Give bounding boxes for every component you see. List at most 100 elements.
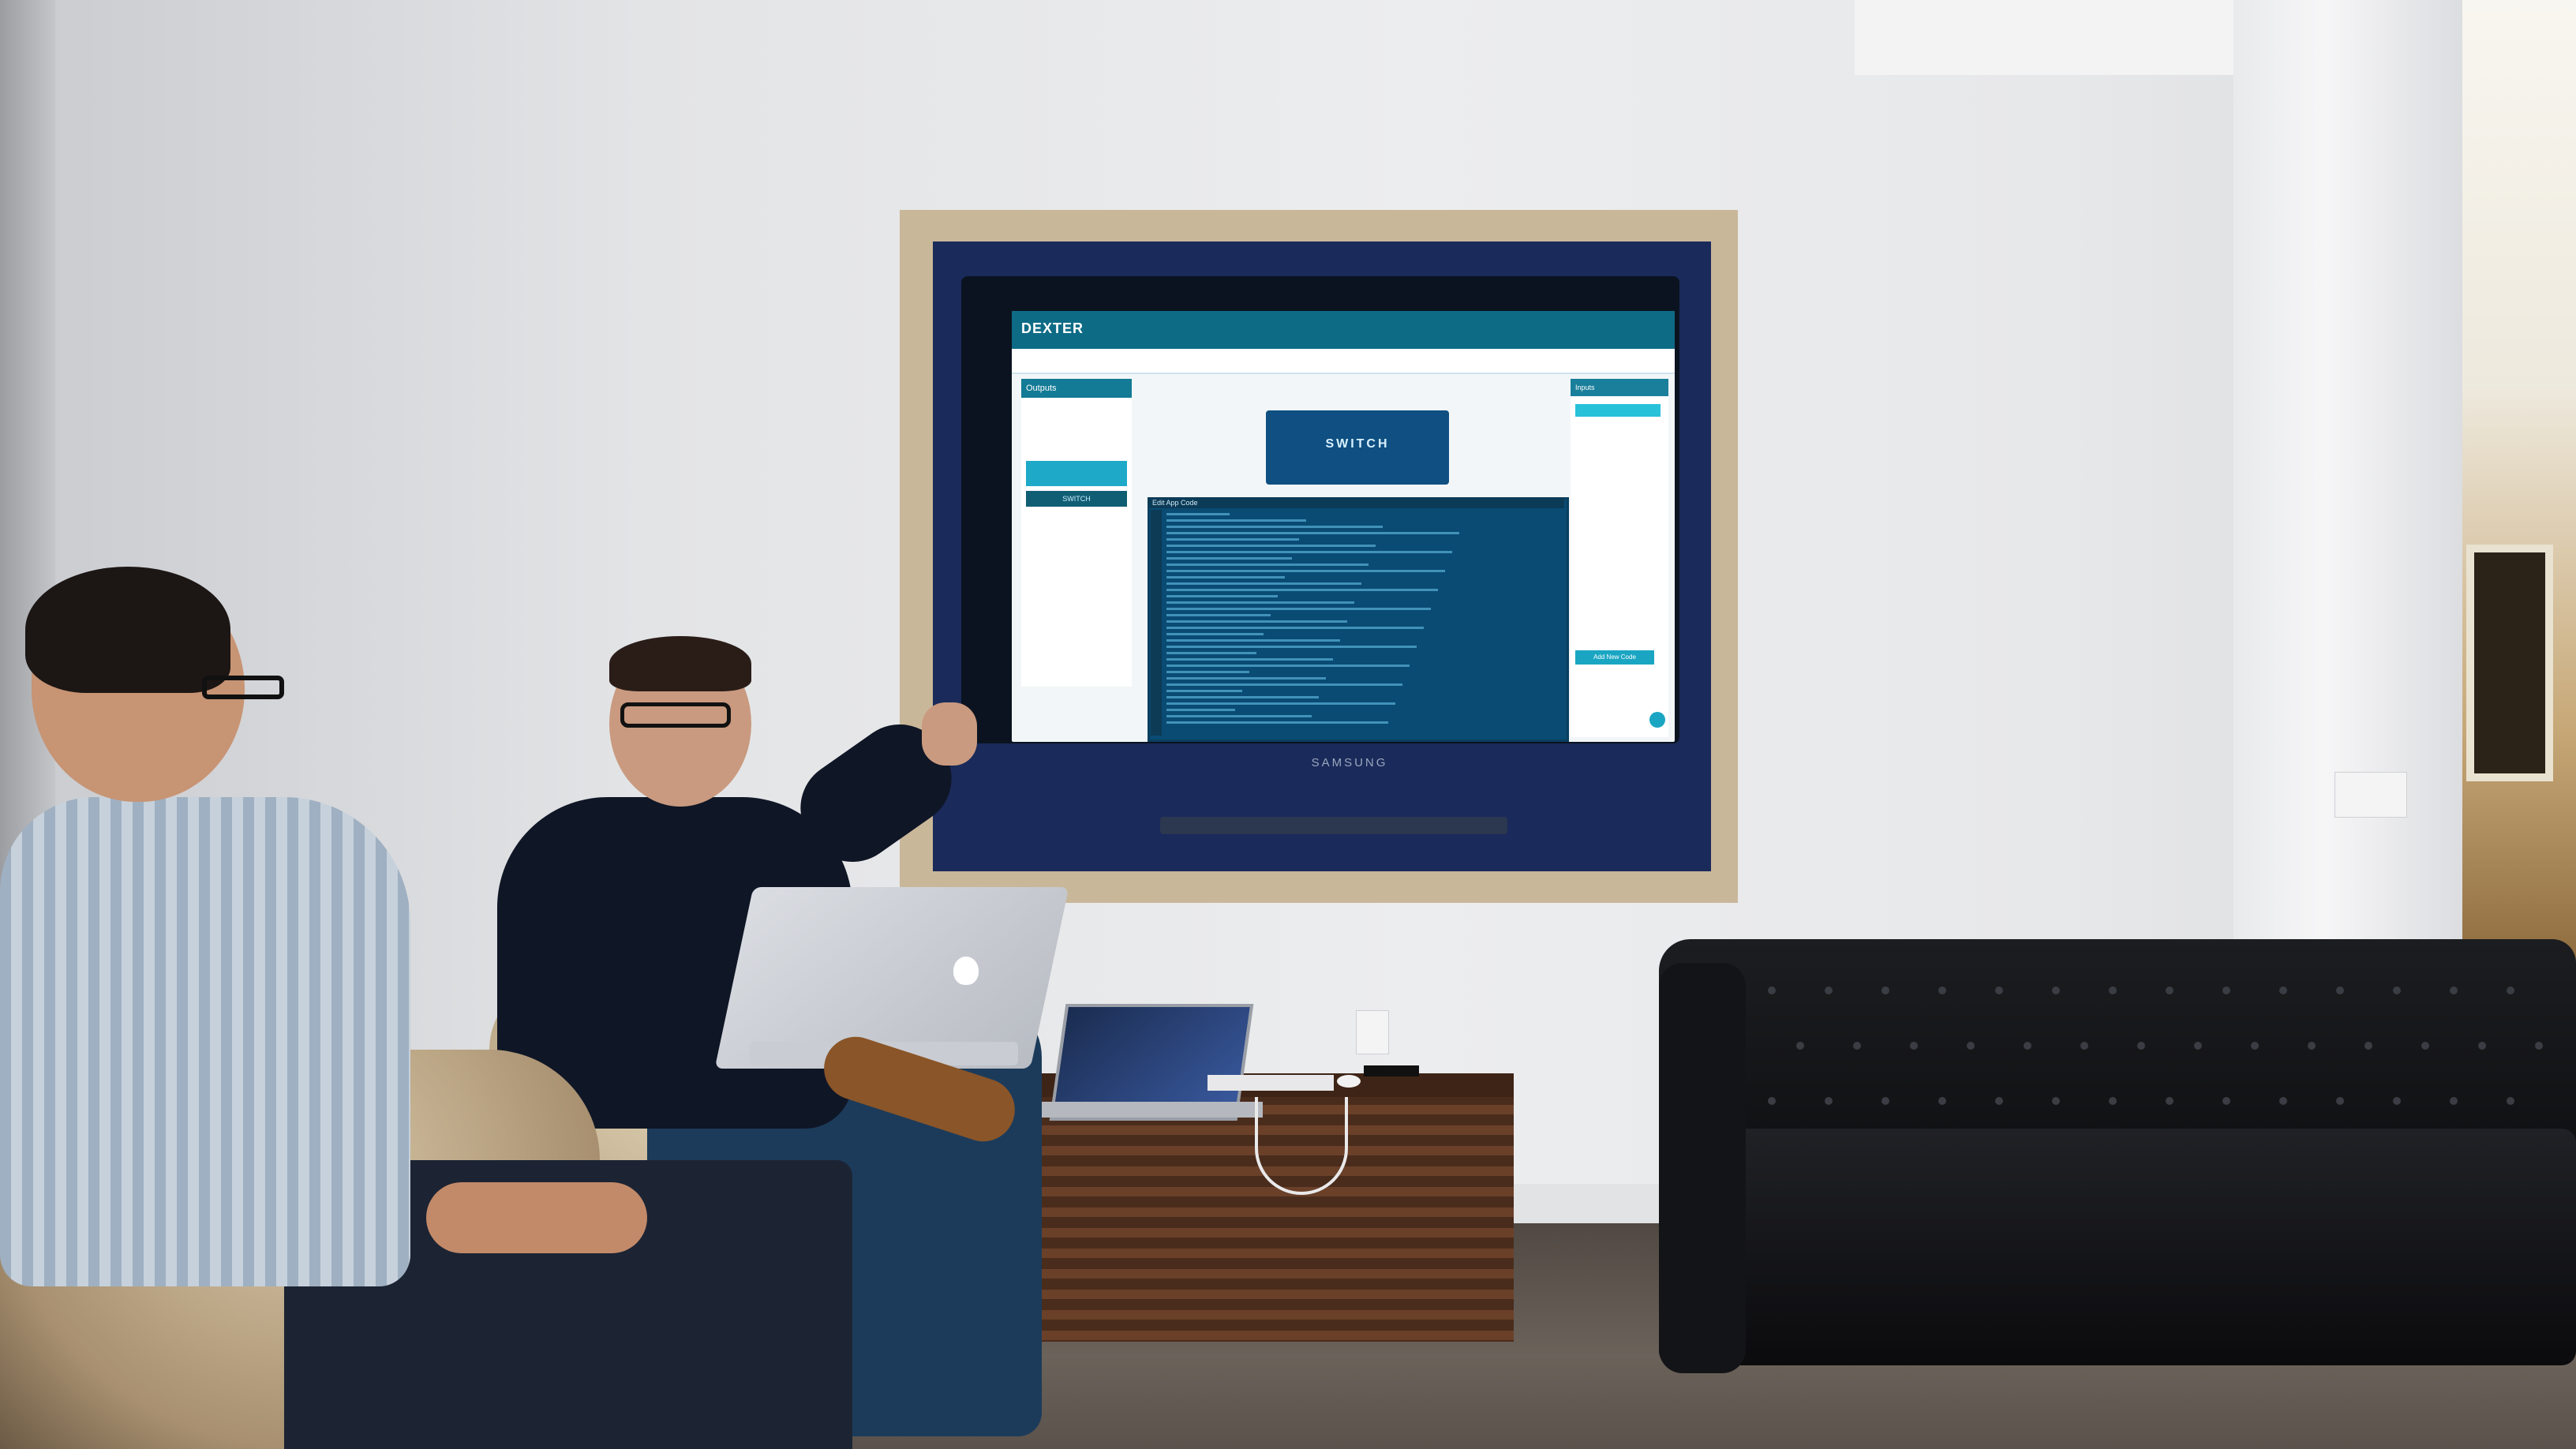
sofa-tuft: [2393, 1097, 2401, 1105]
code-line: [1166, 658, 1333, 661]
sofa-tuft: [2308, 1042, 2316, 1050]
sofa-tuft: [1881, 987, 1889, 994]
phone: [1364, 1065, 1419, 1076]
app-topbar: [1012, 311, 1675, 349]
code-line: [1166, 589, 1438, 591]
sofa-tuft: [2109, 987, 2117, 994]
code-line: [1166, 551, 1452, 553]
sofa-tuft: [2080, 1042, 2088, 1050]
listener-hair: [25, 567, 230, 693]
sofa-tuft: [2222, 1097, 2230, 1105]
light-switch-plate: [2334, 772, 2407, 818]
sofa-tuft: [1995, 987, 2003, 994]
sofa-tuft: [1881, 1097, 1889, 1105]
sofa-tuft: [2336, 1097, 2344, 1105]
tv-lower-bar: [1160, 817, 1507, 834]
add-new-code-button[interactable]: Add New Code: [1575, 650, 1654, 665]
outputs-switch-item[interactable]: SWITCH: [1026, 491, 1127, 507]
sofa-tuft: [2450, 987, 2458, 994]
sofa-tuft: [1938, 987, 1946, 994]
door: [2466, 545, 2553, 781]
code-line: [1166, 696, 1319, 698]
sofa-tuft: [2109, 1097, 2117, 1105]
code-line: [1166, 532, 1459, 534]
app-logo[interactable]: DEXTER: [1021, 320, 1084, 337]
code-line: [1166, 690, 1242, 692]
inputs-top-button[interactable]: [1575, 404, 1661, 417]
sofa-tuft: [2052, 987, 2060, 994]
code-line: [1166, 627, 1424, 629]
sofa-tuft: [2137, 1042, 2145, 1050]
sofa-tuft: [1796, 1042, 1804, 1050]
code-line: [1166, 715, 1312, 717]
sofa-tuft: [2279, 1097, 2287, 1105]
code-line: [1166, 721, 1388, 724]
sofa-tuft: [2194, 1042, 2202, 1050]
sofa-tuft: [2251, 1042, 2259, 1050]
code-line: [1166, 709, 1235, 711]
sofa-tuft: [2421, 1042, 2429, 1050]
code-line: [1166, 564, 1368, 566]
chat-icon[interactable]: [1649, 712, 1665, 728]
inputs-panel: [1571, 379, 1668, 737]
code-line: [1166, 582, 1361, 585]
outputs-header: Outputs: [1021, 379, 1132, 398]
code-line: [1166, 702, 1395, 705]
code-line: [1166, 646, 1417, 648]
doorway: [2462, 0, 2576, 971]
code-line: [1166, 601, 1354, 604]
tv-screen: DEXTER Outputs SWITCH SWITCH Edit App Co…: [1012, 311, 1675, 742]
code-editor-gutter: [1151, 510, 1162, 736]
code-line: [1166, 665, 1410, 667]
code-line: [1166, 595, 1278, 597]
sofa-tuft: [1825, 1097, 1833, 1105]
sofa-tuft: [1768, 987, 1776, 994]
sofa-arm: [1659, 963, 1746, 1373]
tv-brand-label: SAMSUNG: [1311, 756, 1388, 769]
listener-glasses: [202, 676, 284, 699]
sofa-tuft: [2166, 987, 2174, 994]
sofa-tuft: [1938, 1097, 1946, 1105]
code-line: [1166, 545, 1376, 547]
sofa-tuft: [1967, 1042, 1975, 1050]
sofa-tuft: [1825, 987, 1833, 994]
code-line: [1166, 519, 1306, 522]
switch-block-label: SWITCH: [1325, 437, 1390, 451]
white-cable: [1255, 1097, 1348, 1195]
inputs-header: Inputs: [1571, 379, 1668, 396]
code-line: [1166, 677, 1326, 680]
sofa-tuft: [2507, 987, 2514, 994]
code-line: [1166, 557, 1292, 560]
sofa-tuft: [2052, 1097, 2060, 1105]
code-line: [1166, 608, 1431, 610]
code-line: [1166, 513, 1230, 515]
code-line: [1166, 671, 1249, 673]
sofa-tuft: [1910, 1042, 1918, 1050]
sofa-tuft: [2393, 987, 2401, 994]
wall-outlet: [1356, 1010, 1389, 1054]
apple-logo-icon: [953, 957, 979, 985]
sofa-tuft: [2364, 1042, 2372, 1050]
sofa-tuft: [2450, 1097, 2458, 1105]
small-laptop-base: [1026, 1102, 1263, 1118]
presenter-glasses: [620, 702, 731, 728]
sofa-tuft: [2478, 1042, 2486, 1050]
outputs-tile[interactable]: [1026, 461, 1127, 486]
presenter-hair: [609, 636, 751, 691]
sofa-tuft: [2024, 1042, 2031, 1050]
sofa-tuft: [1768, 1097, 1776, 1105]
code-line: [1166, 526, 1383, 528]
sofa-seat: [1659, 1129, 2576, 1365]
listener-hand: [426, 1182, 647, 1253]
sofa-tuft: [2166, 1097, 2174, 1105]
outputs-panel: [1021, 379, 1132, 687]
sofa-tuft: [2222, 987, 2230, 994]
code-line: [1166, 639, 1340, 642]
code-line: [1166, 570, 1445, 572]
sofa-tuft: [2336, 987, 2344, 994]
code-line: [1166, 620, 1347, 623]
code-line: [1166, 683, 1402, 686]
code-editor-title: Edit App Code: [1148, 497, 1564, 508]
sofa-tuft: [1995, 1097, 2003, 1105]
listener-plaid-shirt: [0, 797, 410, 1286]
